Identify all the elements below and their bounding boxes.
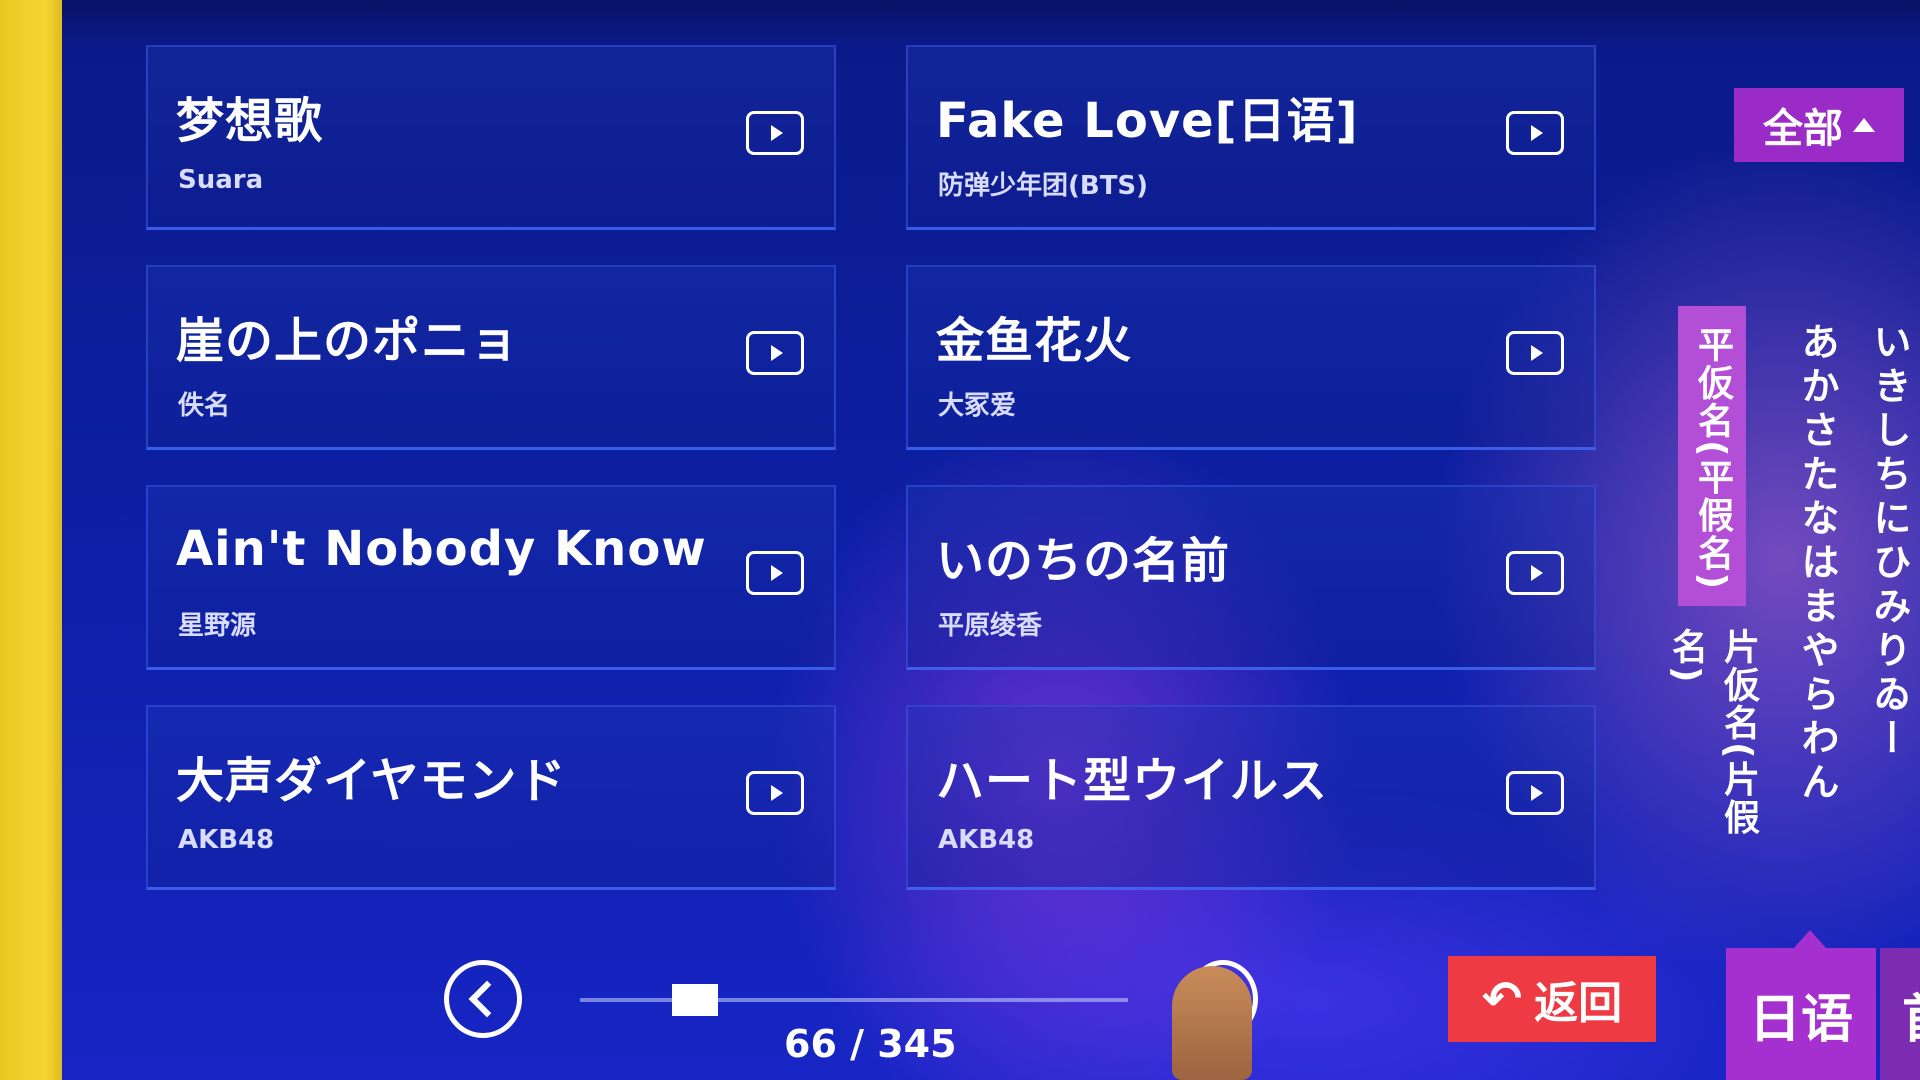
song-artist: 大冢爱: [938, 391, 1017, 421]
song-title: 金鱼花火: [936, 313, 1133, 369]
song-card[interactable]: 大声ダイヤモンド AKB48: [146, 705, 836, 890]
song-grid: 梦想歌 Suara Fake Love[日语] 防弹少年团(BTS) 崖の上のポ…: [146, 45, 1596, 890]
song-artist: AKB48: [178, 825, 275, 855]
play-icon[interactable]: [746, 111, 804, 155]
prev-page-button[interactable]: [444, 960, 522, 1038]
tab-initials[interactable]: 首拼: [1880, 948, 1920, 1080]
song-card[interactable]: 梦想歌 Suara: [146, 45, 836, 230]
return-button[interactable]: ↶ 返回: [1448, 956, 1656, 1042]
page-slider-track[interactable]: [580, 998, 1128, 1002]
song-card[interactable]: ハート型ウイルス AKB48: [906, 705, 1596, 890]
song-card[interactable]: 崖の上のポニョ 佚名: [146, 265, 836, 450]
song-artist: AKB48: [938, 825, 1035, 855]
song-title: 大声ダイヤモンド: [176, 753, 567, 809]
song-title: ハート型ウイルス: [936, 753, 1329, 809]
kana-column-2[interactable]: いきしちにひみりゐー: [1862, 322, 1917, 762]
hiragana-label: 平仮名(平假名): [1692, 326, 1733, 591]
filter-all-label: 全部: [1763, 106, 1843, 152]
song-artist: 星野源: [178, 611, 257, 641]
chevron-left-icon: [468, 980, 506, 1018]
song-title: Fake Love[日语]: [936, 93, 1359, 149]
song-title: 崖の上のポニョ: [176, 313, 520, 369]
song-card[interactable]: いのちの名前 平原绫香: [906, 485, 1596, 670]
tab-japanese[interactable]: 日语: [1726, 930, 1876, 1080]
karaoke-screen: 梦想歌 Suara Fake Love[日语] 防弹少年团(BTS) 崖の上のポ…: [62, 0, 1920, 1080]
finger-occlusion: [1172, 966, 1252, 1080]
kana-column-1[interactable]: あかさたなはまやらわん: [1790, 322, 1845, 806]
top-strip: [62, 0, 1920, 44]
song-title: いのちの名前: [936, 533, 1231, 589]
song-card[interactable]: 金鱼花火 大冢爱: [906, 265, 1596, 450]
return-arrow-icon: ↶: [1481, 971, 1523, 1027]
play-icon[interactable]: [746, 551, 804, 595]
play-icon[interactable]: [1506, 551, 1564, 595]
page-slider-thumb[interactable]: [672, 984, 718, 1016]
song-title: 梦想歌: [176, 93, 324, 149]
caret-up-icon: [1853, 118, 1875, 132]
play-icon[interactable]: [1506, 331, 1564, 375]
song-title: Ain't Nobody Know: [176, 521, 707, 577]
page-indicator: 66 / 345: [784, 1022, 957, 1066]
katakana-label: 片仮名(片假名): [1666, 628, 1759, 837]
song-card[interactable]: Ain't Nobody Know 星野源: [146, 485, 836, 670]
return-label: 返回: [1534, 978, 1623, 1029]
song-card[interactable]: Fake Love[日语] 防弹少年团(BTS): [906, 45, 1596, 230]
play-icon[interactable]: [1506, 111, 1564, 155]
tab-japanese-label: 日语: [1748, 989, 1853, 1050]
play-icon[interactable]: [746, 331, 804, 375]
filter-all-button[interactable]: 全部: [1734, 88, 1904, 162]
tab-initials-label: 首拼: [1902, 977, 1920, 1052]
tab-hiragana[interactable]: 平仮名(平假名): [1678, 306, 1746, 606]
song-artist: Suara: [178, 165, 264, 195]
song-artist: 防弹少年团(BTS): [938, 171, 1149, 201]
song-artist: 平原绫香: [938, 611, 1043, 641]
song-artist: 佚名: [178, 391, 231, 421]
tab-katakana[interactable]: 片仮名(片假名): [1666, 620, 1759, 888]
play-icon[interactable]: [1506, 771, 1564, 815]
play-icon[interactable]: [746, 771, 804, 815]
